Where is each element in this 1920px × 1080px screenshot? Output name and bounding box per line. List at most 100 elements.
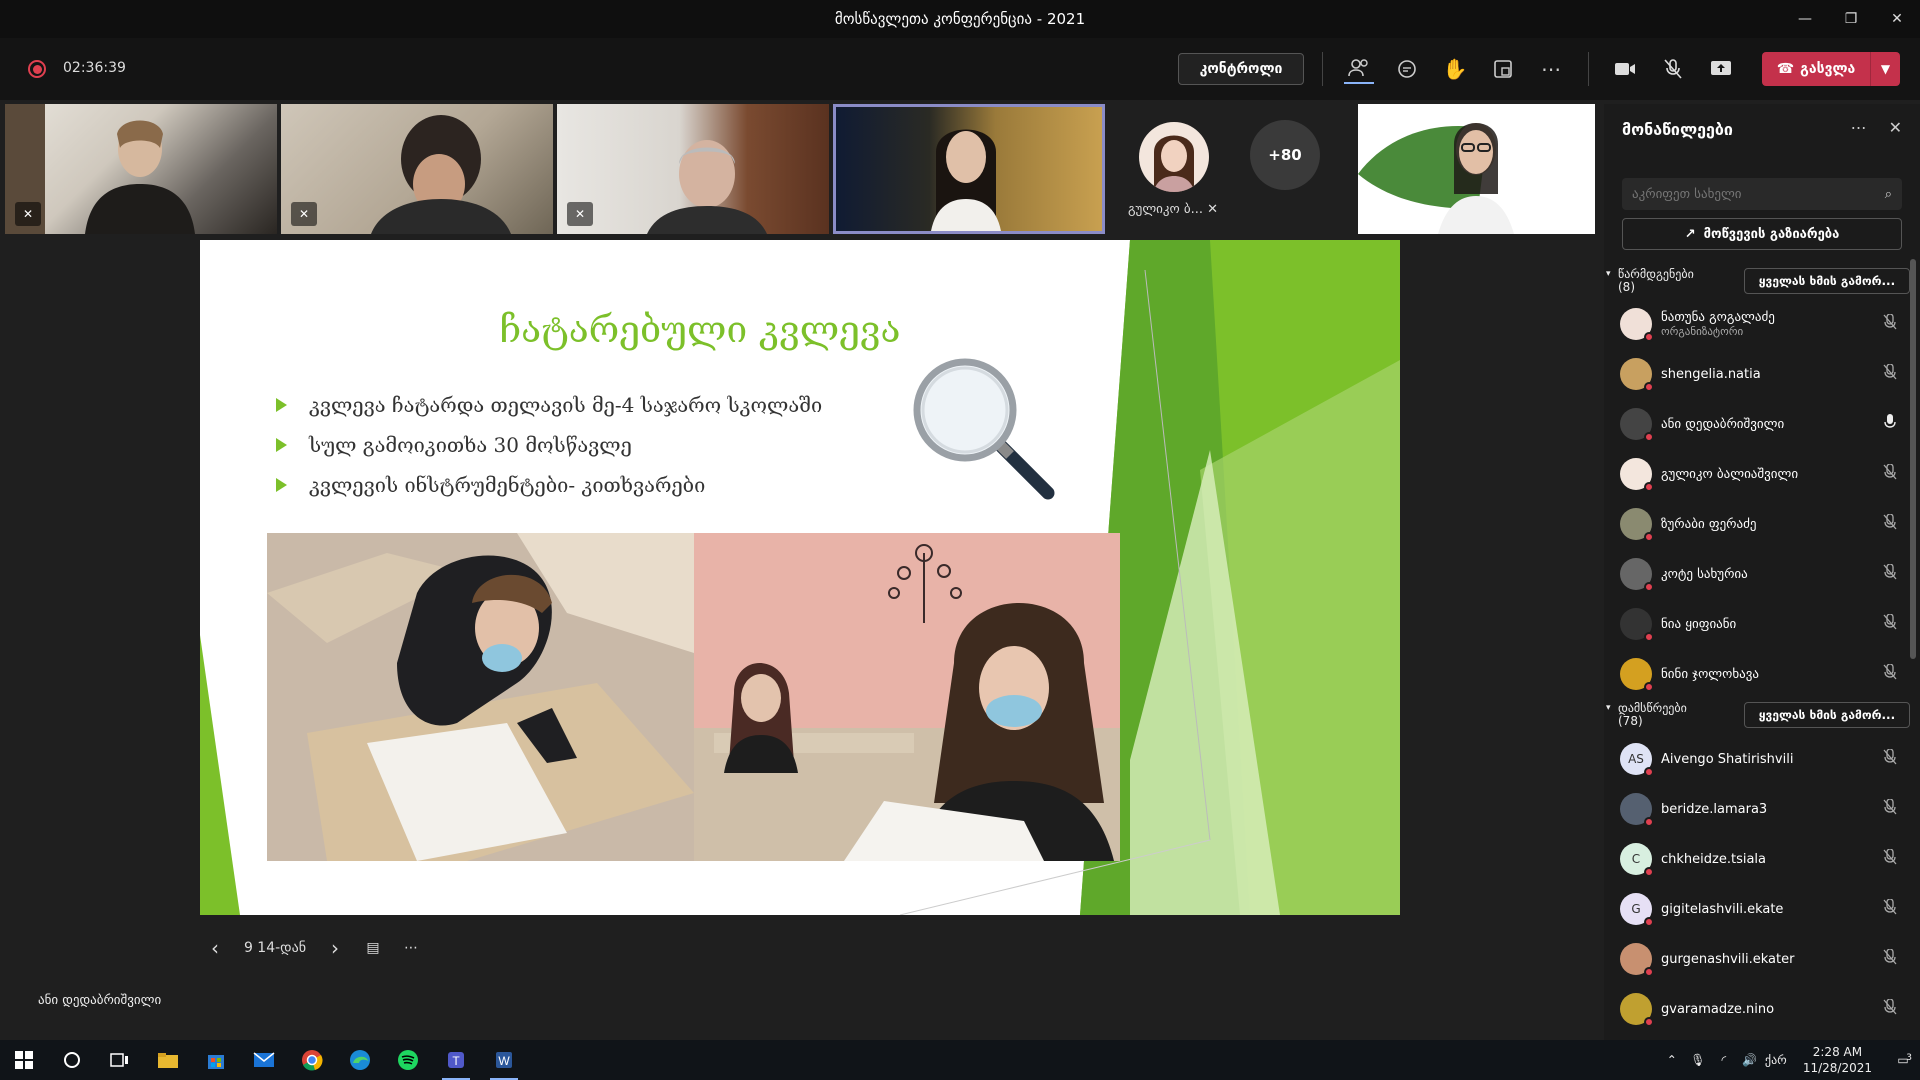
minimize-icon[interactable]: — (1782, 0, 1828, 38)
participant-row[interactable]: ანი დედაბრიშვილი (1620, 400, 1900, 448)
mic-icon[interactable] (1880, 414, 1900, 434)
participant-row[interactable]: ზურაბი ფერაძე (1620, 500, 1900, 548)
mic-muted-icon[interactable] (1880, 898, 1900, 919)
volume-icon[interactable]: 🔊 (1737, 1053, 1763, 1067)
teams-icon[interactable]: T (432, 1040, 480, 1080)
more-participants-button[interactable]: +80 (1250, 120, 1320, 190)
status-dot (1644, 767, 1654, 777)
control-button[interactable]: კონტროლი (1178, 53, 1304, 85)
mic-muted-icon[interactable] (1880, 998, 1900, 1019)
video-tile[interactable]: ✕ (5, 104, 277, 234)
share-screen-icon[interactable] (1706, 54, 1736, 84)
panel-scrollbar[interactable] (1910, 259, 1916, 659)
word-icon[interactable]: W (480, 1040, 528, 1080)
participant-row[interactable]: Ggigitelashvili.ekate (1620, 885, 1900, 933)
close-window-icon[interactable]: ✕ (1874, 0, 1920, 38)
store-icon[interactable] (192, 1040, 240, 1080)
bullet-arrow-icon (276, 438, 287, 452)
wifi-icon[interactable]: ◜ (1711, 1053, 1737, 1067)
video-tile[interactable]: ✕ (281, 104, 553, 234)
attendees-section-header[interactable]: დამსწრეები(78) ყველას ხმის გამორ... (1606, 700, 1910, 730)
participant-name-block: ნათუნა გოგალაძე ორგანიზატორი (1661, 310, 1880, 338)
status-dot (1644, 482, 1654, 492)
mic-muted-icon[interactable] (1880, 613, 1900, 634)
mic-muted-icon[interactable] (1880, 798, 1900, 819)
active-speaker-tile[interactable] (833, 104, 1105, 234)
chevron-down-icon[interactable]: ▼ (1870, 52, 1900, 86)
video-tile[interactable] (1358, 104, 1595, 234)
mic-tray-icon[interactable]: 🎙 (1685, 1053, 1711, 1067)
participant-row[interactable]: ნინი ჯოლოხავა (1620, 650, 1900, 698)
mute-all-button[interactable]: ყველას ხმის გამორ... (1744, 702, 1910, 728)
participants-icon[interactable] (1344, 54, 1374, 84)
participant-row[interactable]: shengelia.natia (1620, 350, 1900, 398)
chevron-up-icon[interactable]: ⌃ (1659, 1053, 1685, 1067)
task-view-icon[interactable] (96, 1040, 144, 1080)
avatar (1620, 508, 1654, 542)
status-dot (1644, 332, 1654, 342)
more-options-icon[interactable]: ⋯ (1851, 118, 1867, 137)
breakout-rooms-icon[interactable] (1488, 54, 1518, 84)
mic-muted-icon[interactable] (1658, 54, 1688, 84)
leave-main[interactable]: ☎ გასვლა (1762, 61, 1870, 77)
mic-muted-icon[interactable] (1880, 948, 1900, 969)
search-icon[interactable]: ⌕ (1885, 187, 1892, 202)
spotify-icon[interactable] (384, 1040, 432, 1080)
participant-row[interactable]: beridze.lamara3 (1620, 785, 1900, 833)
status-dot (1644, 967, 1654, 977)
share-invite-button[interactable]: ↗ მოწვევის გაზიარება (1622, 218, 1902, 250)
avatar (1620, 793, 1654, 827)
restore-icon[interactable]: ❐ (1828, 0, 1874, 38)
participant-row[interactable]: გულიკო ბალიაშვილი (1620, 450, 1900, 498)
participant-row[interactable]: gurgenashvili.ekater (1620, 935, 1900, 983)
mic-muted-icon[interactable] (1880, 313, 1900, 334)
raise-hand-icon[interactable]: ✋ (1440, 54, 1470, 84)
chevron-left-icon[interactable]: ‹ (200, 936, 230, 960)
participant-name-block: shengelia.natia (1661, 367, 1880, 382)
chat-icon[interactable] (1392, 54, 1422, 84)
participant-row[interactable]: gvaramadze.nino (1620, 985, 1900, 1033)
mic-muted-icon[interactable] (1880, 748, 1900, 769)
bullet-text: სულ გამოიკითხა 30 მოსწავლე (309, 433, 632, 457)
search-taskbar-icon[interactable] (48, 1040, 96, 1080)
more-options-icon[interactable]: ⋯ (396, 940, 426, 956)
clock[interactable]: 2:28 AM 11/28/2021 (1803, 1044, 1872, 1076)
avatar: C (1620, 843, 1654, 877)
mic-muted-icon[interactable] (1880, 363, 1900, 384)
phone-icon: ☎ (1776, 61, 1795, 77)
mic-muted-icon[interactable] (1880, 513, 1900, 534)
more-options-icon[interactable]: ⋯ (1536, 54, 1566, 84)
windows-start-icon[interactable] (0, 1040, 48, 1080)
slide-bullets: კვლევა ჩატარდა თელავის მე-4 საჯარო სკოლა… (276, 385, 822, 505)
mail-icon[interactable] (240, 1040, 288, 1080)
participant-name-block: gvaramadze.nino (1661, 1002, 1880, 1017)
participant-row[interactable]: Cchkheidze.tsiala (1620, 835, 1900, 883)
participant-row[interactable]: ნია ყიფიანი (1620, 600, 1900, 648)
leave-button[interactable]: ☎ გასვლა ▼ (1762, 52, 1900, 86)
participant-name-block: Aivengo Shatirishvili (1661, 752, 1880, 767)
edge-icon[interactable] (336, 1040, 384, 1080)
mic-muted-icon[interactable] (1880, 848, 1900, 869)
search-box[interactable]: ⌕ (1622, 178, 1902, 210)
participant-row[interactable]: კოტე სახურია (1620, 550, 1900, 598)
status-dot (1644, 532, 1654, 542)
close-icon[interactable]: ✕ (1889, 118, 1902, 137)
search-input[interactable] (1632, 186, 1885, 202)
avatar-tile[interactable]: გულიკო ბ... ✕ (1124, 104, 1224, 234)
language-indicator[interactable]: ქარ (1763, 1053, 1789, 1067)
participant-row[interactable]: AS Aivengo Shatirishvili (1620, 735, 1900, 783)
notifications-icon[interactable]: ▭ 3 (1886, 1053, 1920, 1067)
mic-muted-icon[interactable] (1880, 563, 1900, 584)
slide-grid-icon[interactable]: ▤ (350, 940, 396, 956)
presenters-section-header[interactable]: წარმდგენები(8) ყველას ხმის გამორ... (1606, 266, 1910, 296)
toolbar-divider (1588, 52, 1589, 86)
file-explorer-icon[interactable] (144, 1040, 192, 1080)
chrome-icon[interactable] (288, 1040, 336, 1080)
camera-icon[interactable] (1610, 54, 1640, 84)
participant-row[interactable]: ნათუნა გოგალაძე ორგანიზატორი (1620, 300, 1900, 348)
mic-muted-icon[interactable] (1880, 663, 1900, 684)
mute-all-button[interactable]: ყველას ხმის გამორ... (1744, 268, 1910, 294)
mic-muted-icon[interactable] (1880, 463, 1900, 484)
video-tile[interactable]: ✕ (557, 104, 829, 234)
chevron-right-icon[interactable]: › (320, 936, 350, 960)
